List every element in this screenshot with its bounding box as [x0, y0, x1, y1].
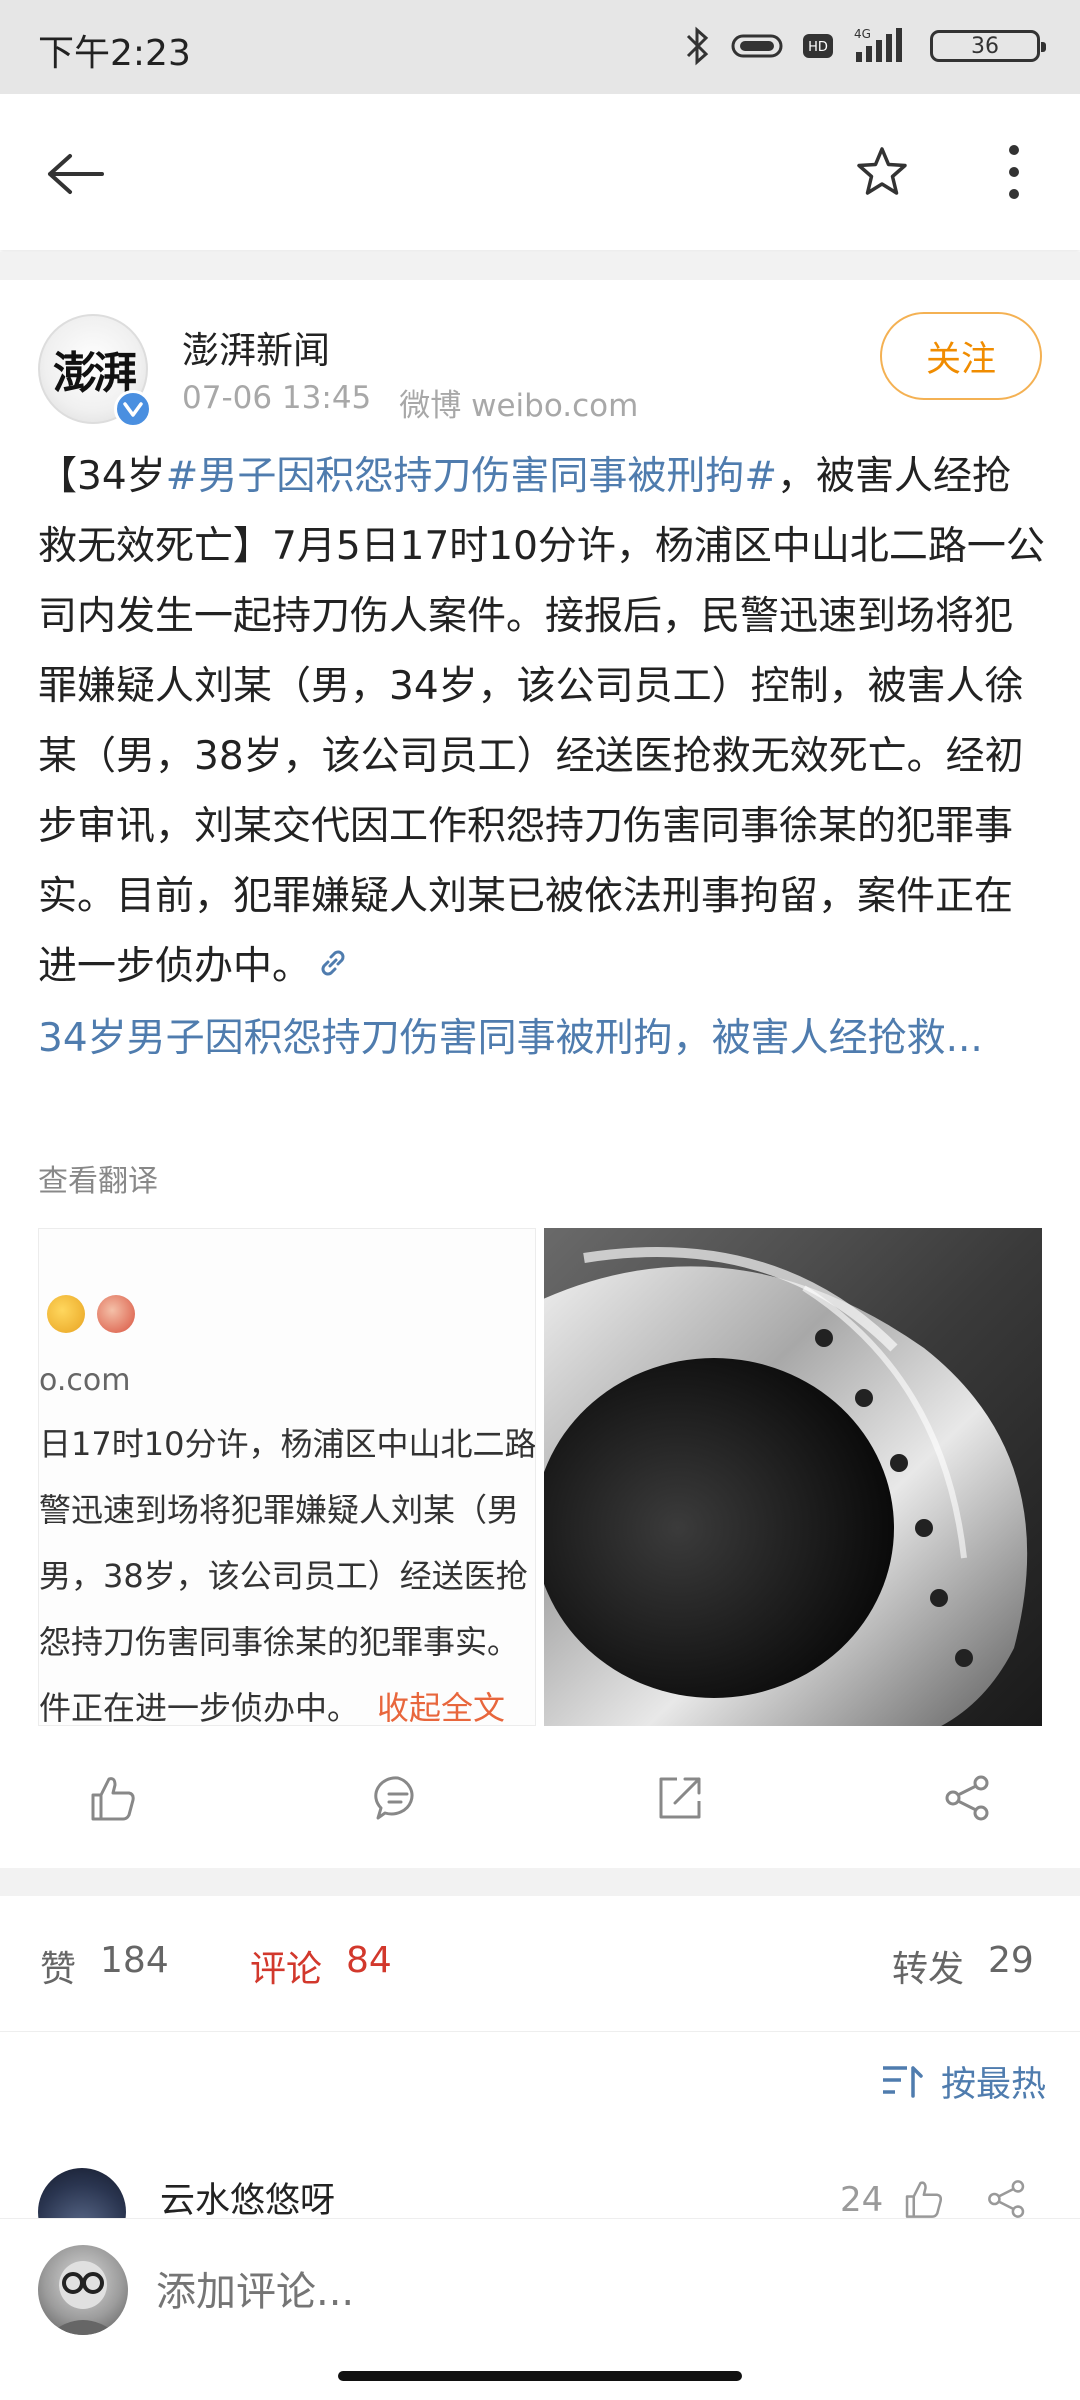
sort-icon — [882, 2065, 923, 2098]
post-hashtag[interactable]: #男子因积怨持刀伤害同事被刑拘# — [166, 454, 777, 499]
author-name[interactable]: 澎湃新闻 — [182, 320, 330, 374]
signal-icon: 4G — [852, 26, 912, 66]
battery-indicator: 36 — [930, 30, 1046, 62]
engagement-tabs: 赞 184 评论 84 转发 29 — [0, 1896, 1080, 2032]
vibrate-icon — [730, 30, 784, 62]
more-vertical-icon — [1009, 145, 1019, 199]
post-source: 微博 weibo.com — [399, 388, 639, 424]
star-outline-icon — [857, 147, 907, 195]
avatar-logo: 澎湃 — [53, 348, 137, 399]
post-link[interactable]: 34岁男子因积怨持刀伤害同事被刑拘，被害人经抢救... — [38, 1016, 983, 1061]
verified-badge-icon — [114, 390, 152, 428]
image-text-line: 怨持刀伤害同事徐某的犯罪事实。 — [39, 1623, 520, 1661]
like-button[interactable] — [76, 1762, 148, 1834]
tab-likes-label: 赞 — [40, 1949, 77, 1990]
bluetooth-icon — [684, 26, 712, 66]
repost-icon — [659, 1777, 701, 1819]
post-body: 【34岁#男子因积怨持刀伤害同事被刑拘#，被害人经抢救无效死亡】7月5日17时1… — [38, 442, 1048, 1074]
svg-text:4G: 4G — [854, 27, 871, 41]
post-actions — [0, 1748, 1080, 1848]
comment-input[interactable] — [156, 2257, 856, 2327]
translate-link[interactable]: 查看翻译 — [38, 1156, 158, 1200]
section-divider — [0, 252, 1080, 280]
post-meta: 07-06 13:45 微博 weibo.com — [182, 380, 638, 425]
svg-text:HD: HD — [808, 40, 828, 55]
status-bar: 下午2:23 HD 4G 36 — [0, 0, 1080, 94]
arrow-left-icon — [48, 154, 104, 194]
share-button[interactable] — [932, 1762, 1004, 1834]
hd-icon: HD — [802, 32, 834, 60]
comment-item[interactable]: 云水悠悠呀 24 — [0, 2160, 1080, 2256]
tab-comments-label: 评论 — [250, 1949, 323, 1990]
home-indicator[interactable] — [338, 2371, 742, 2381]
more-button[interactable] — [978, 136, 1050, 208]
tab-reposts-label: 转发 — [892, 1949, 965, 1990]
comment-like-count: 24 — [840, 2180, 884, 2220]
handcuffs-photo — [544, 1228, 1042, 1726]
post-image-2[interactable] — [544, 1228, 1042, 1726]
post-timestamp: 07-06 13:45 — [182, 380, 372, 416]
post-image-1[interactable]: o.com 日17时10分许，杨浦区中山北二路 警迅速到场将犯罪嫌疑人刘某（男 … — [38, 1228, 536, 1726]
repost-button[interactable] — [644, 1762, 716, 1834]
emoji-icon — [47, 1295, 85, 1333]
emoji-row — [47, 1295, 135, 1333]
emoji-icon — [97, 1295, 135, 1333]
image-text-line: o.com — [39, 1363, 131, 1398]
sort-label: 按最热 — [940, 2065, 1046, 2105]
like-icon — [91, 1777, 135, 1821]
image-text-line: 警迅速到场将犯罪嫌疑人刘某（男 — [39, 1491, 520, 1529]
weibo-post: 澎湃 澎湃新闻 07-06 13:45 微博 weibo.com 关注 【34岁… — [0, 280, 1080, 1868]
share-icon — [988, 2180, 1025, 2218]
section-divider — [0, 1868, 1080, 1896]
link-icon — [315, 934, 351, 1004]
collapse-text: 收起全文 — [377, 1689, 506, 1726]
post-text-main: ，被害人经抢救无效死亡】7月5日17时10分许，杨浦区中山北二路一公司内发生一起… — [38, 454, 1045, 989]
user-avatar-image — [48, 2261, 118, 2335]
comment-button[interactable] — [362, 1762, 434, 1834]
comment-share-button[interactable] — [982, 2174, 1032, 2224]
tab-reposts[interactable]: 转发 29 — [892, 1940, 1034, 1992]
post-text-prefix: 【34岁 — [38, 454, 166, 499]
comment-like-button[interactable] — [898, 2174, 948, 2224]
top-navigation — [0, 94, 1080, 250]
like-icon — [905, 2181, 943, 2218]
user-avatar[interactable] — [38, 2245, 128, 2335]
tab-likes-count: 184 — [100, 1940, 169, 1981]
sort-button[interactable]: 按最热 — [881, 2056, 1046, 2107]
comment-bar — [0, 2218, 1080, 2400]
share-icon — [945, 1775, 989, 1821]
comment-icon — [374, 1776, 414, 1820]
tab-comments-count: 84 — [346, 1940, 392, 1981]
status-time: 下午2:23 — [38, 33, 191, 74]
image-text-line: 日17时10分许，杨浦区中山北二路 — [39, 1425, 536, 1463]
tab-likes[interactable]: 赞 184 — [40, 1940, 169, 1992]
follow-button[interactable]: 关注 — [880, 312, 1042, 400]
commenter-name[interactable]: 云水悠悠呀 — [160, 2172, 335, 2223]
image-text-line: 男，38岁，该公司员工）经送医抢 — [39, 1557, 528, 1595]
tab-reposts-count: 29 — [988, 1940, 1034, 1981]
favorite-button[interactable] — [846, 136, 918, 208]
back-button[interactable] — [40, 138, 112, 210]
image-text-line: 件正在进一步侦办中。 收起全文 — [39, 1689, 506, 1726]
status-icons: HD 4G 36 — [684, 22, 1046, 70]
tab-comments[interactable]: 评论 84 — [250, 1940, 392, 1992]
